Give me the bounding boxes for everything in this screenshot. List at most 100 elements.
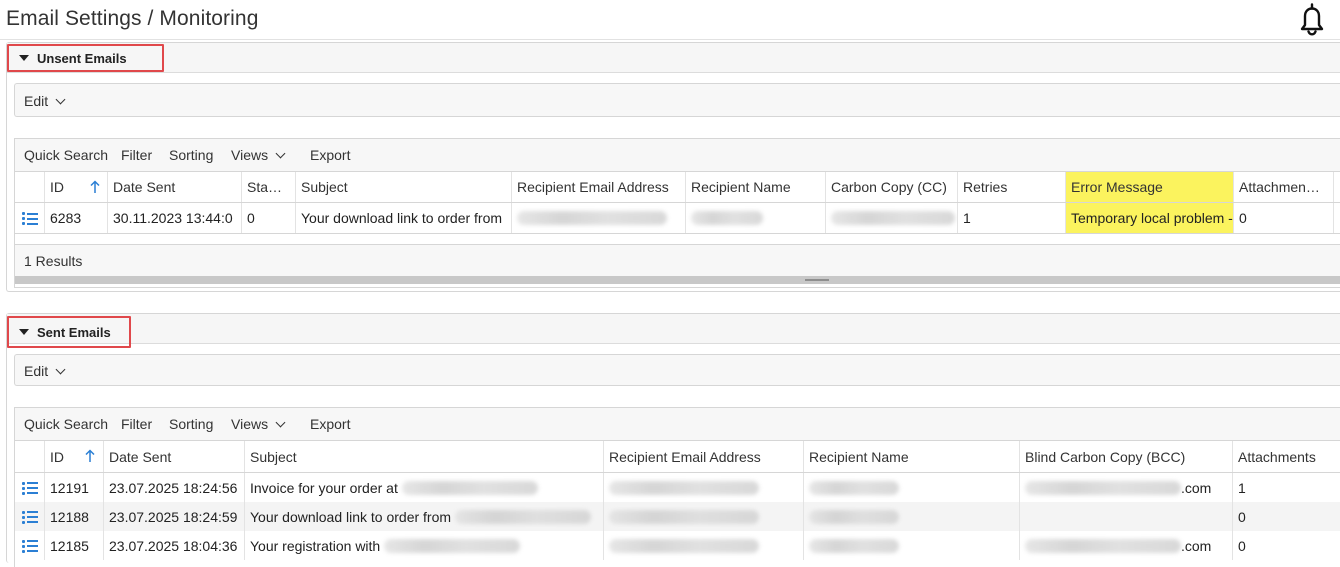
cell-recipient-email xyxy=(604,473,804,502)
redacted-bcc xyxy=(1025,480,1181,495)
redacted-shop-name xyxy=(454,509,591,524)
page-header: Email Settings / Monitoring xyxy=(0,0,1340,40)
cell-id: 12185 xyxy=(45,531,104,560)
table-row[interactable]: 12188 23.07.2025 18:24:59 Your download … xyxy=(15,502,1340,531)
header-subject[interactable]: Subject xyxy=(296,172,512,202)
header-recipient-email[interactable]: Recipient Email Address xyxy=(512,172,686,202)
header-recipient-email[interactable]: Recipient Email Address xyxy=(604,441,804,472)
cell-status: 0 xyxy=(242,203,296,233)
cell-recipient-name xyxy=(686,203,826,233)
redacted-shop-name xyxy=(384,538,521,553)
chevron-down-icon xyxy=(55,364,66,374)
header-date-sent[interactable]: Date Sent xyxy=(104,441,245,472)
list-icon xyxy=(22,539,38,553)
sent-emails-toggle[interactable]: Sent Emails xyxy=(7,316,131,348)
header-date-sent[interactable]: Date Sent xyxy=(108,172,242,202)
row-details-button[interactable] xyxy=(15,502,45,531)
header-status[interactable]: Sta… xyxy=(242,172,296,202)
header-attachments[interactable]: Attachmen… xyxy=(1234,172,1334,202)
page-title: Email Settings / Monitoring xyxy=(6,7,259,30)
scroll-grip-icon[interactable] xyxy=(805,279,829,281)
table-row[interactable]: 12185 23.07.2025 18:04:36 Your registrat… xyxy=(15,531,1340,560)
sort-ascending-icon xyxy=(85,449,95,462)
horizontal-scrollbar[interactable] xyxy=(15,276,1340,284)
unsent-emails-section: Unsent Emails Edit Quick Search Filter S… xyxy=(6,42,1340,292)
cell-carbon-copy xyxy=(826,203,958,233)
cell-date-sent: 23.07.2025 18:24:56 xyxy=(104,473,245,502)
unsent-section-label: Unsent Emails xyxy=(37,50,127,66)
header-attachments[interactable]: Attachments xyxy=(1233,441,1340,472)
redacted-bcc xyxy=(1025,538,1181,553)
sent-grid-toolbar: Quick Search Filter Sorting Views Export xyxy=(15,408,1340,441)
cell-attachments: 1 xyxy=(1233,473,1340,502)
results-count: 1 Results xyxy=(15,244,1340,276)
cell-attachments: 0 xyxy=(1233,531,1340,560)
cell-recipient-email xyxy=(604,502,804,531)
redacted-email xyxy=(517,211,667,225)
unsent-views-menu[interactable]: Views xyxy=(231,147,286,163)
cell-error-message: Temporary local problem - xyxy=(1066,203,1234,233)
cell-recipient-email xyxy=(512,203,686,233)
unsent-export-button[interactable]: Export xyxy=(310,147,350,163)
sent-edit-toolbar: Edit xyxy=(14,354,1340,386)
cell-subject: Your download link to order from xyxy=(296,203,512,233)
header-recipient-name[interactable]: Recipient Name xyxy=(804,441,1020,472)
unsent-section-header: Unsent Emails xyxy=(7,43,1340,73)
unsent-header-row: ID Date Sent Sta… Subject Recipient Emai… xyxy=(15,172,1340,203)
unsent-sorting-button[interactable]: Sorting xyxy=(169,147,213,163)
cell-subject: Your download link to order from xyxy=(245,502,604,531)
table-row[interactable]: 6283 30.11.2023 13:44:0 0 Your download … xyxy=(15,203,1340,234)
unsent-quick-search-button[interactable]: Quick Search xyxy=(24,147,108,163)
cell-recipient-name xyxy=(804,473,1020,502)
sent-section-label: Sent Emails xyxy=(37,324,111,340)
header-blind-carbon-copy[interactable]: Blind Carbon Copy (BCC) xyxy=(1020,441,1233,472)
header-subject[interactable]: Subject xyxy=(245,441,604,472)
redacted-shop-name xyxy=(401,480,538,495)
cell-subject: Invoice for your order at xyxy=(245,473,604,502)
chevron-down-icon xyxy=(275,148,286,158)
unsent-edit-menu[interactable]: Edit xyxy=(24,93,66,109)
cell-date-sent: 23.07.2025 18:04:36 xyxy=(104,531,245,560)
cell-date-sent: 30.11.2023 13:44:0 xyxy=(108,203,242,233)
chevron-down-icon xyxy=(275,417,286,427)
row-details-button[interactable] xyxy=(15,473,45,502)
redacted-name xyxy=(809,509,899,524)
unsent-emails-toggle[interactable]: Unsent Emails xyxy=(7,44,164,72)
redacted-name xyxy=(809,538,899,553)
header-carbon-copy[interactable]: Carbon Copy (CC) xyxy=(826,172,958,202)
sent-quick-search-button[interactable]: Quick Search xyxy=(24,416,108,432)
edit-label: Edit xyxy=(24,93,49,109)
unsent-filter-button[interactable]: Filter xyxy=(121,147,152,163)
row-details-button[interactable] xyxy=(15,531,45,560)
cell-date-sent: 23.07.2025 18:24:59 xyxy=(104,502,245,531)
sent-edit-menu[interactable]: Edit xyxy=(24,363,66,379)
header-retries[interactable]: Retries xyxy=(958,172,1066,202)
list-icon xyxy=(22,481,38,495)
header-id[interactable]: ID xyxy=(45,172,108,202)
cell-recipient-name xyxy=(804,531,1020,560)
edit-label: Edit xyxy=(24,363,49,379)
cell-attachments: 0 xyxy=(1233,502,1340,531)
header-select-column xyxy=(15,441,45,472)
sent-section-header: Sent Emails xyxy=(7,314,1340,348)
sent-views-menu[interactable]: Views xyxy=(231,416,286,432)
header-error-message[interactable]: Error Message xyxy=(1066,172,1234,202)
cell-bcc: .com xyxy=(1020,531,1233,560)
cell-recipient-email xyxy=(604,531,804,560)
row-details-button[interactable] xyxy=(15,203,45,233)
unsent-emails-grid: Quick Search Filter Sorting Views Export… xyxy=(14,138,1340,288)
sent-sorting-button[interactable]: Sorting xyxy=(169,416,213,432)
header-recipient-name[interactable]: Recipient Name xyxy=(686,172,826,202)
sent-filter-button[interactable]: Filter xyxy=(121,416,152,432)
list-icon xyxy=(22,510,38,524)
redacted-email xyxy=(609,509,759,524)
header-id[interactable]: ID xyxy=(45,441,104,472)
table-row[interactable]: 12191 23.07.2025 18:24:56 Invoice for yo… xyxy=(15,473,1340,502)
cell-id: 12191 xyxy=(45,473,104,502)
unsent-edit-toolbar: Edit xyxy=(14,83,1340,117)
bell-icon[interactable] xyxy=(1296,2,1328,36)
cell-bcc xyxy=(1020,502,1233,531)
cell-retries: 1 xyxy=(958,203,1066,233)
sent-export-button[interactable]: Export xyxy=(310,416,350,432)
sent-emails-grid: Quick Search Filter Sorting Views Export… xyxy=(14,407,1340,567)
